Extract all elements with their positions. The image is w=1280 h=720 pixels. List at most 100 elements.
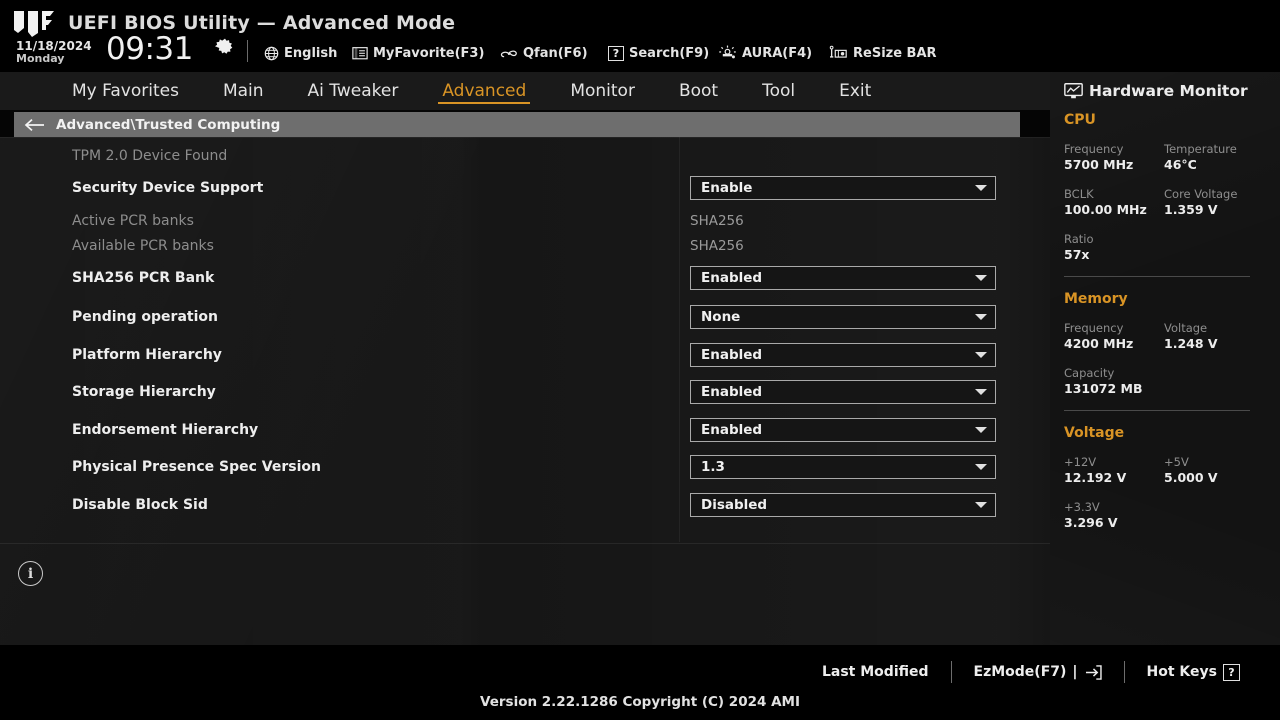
monitor-icon [1064,83,1083,99]
breadcrumb[interactable]: Advanced\Trusted Computing [14,112,1020,137]
header-item-aura[interactable]: AURA(F4) [718,42,812,64]
setting-label: Available PCR banks [72,238,214,254]
hw-metric: Frequency 4200 MHz [1064,320,1164,352]
hardware-monitor-title-label: Hardware Monitor [1089,82,1248,100]
chevron-down-icon [975,427,987,433]
ezmode-button[interactable]: EzMode(F7) | [952,664,1124,680]
chevron-down-icon [975,314,987,320]
hotkeys-key-icon: ? [1223,663,1240,681]
current-time: 09:31 [106,31,193,67]
hw-metric-key: +3.3V [1064,500,1100,514]
hw-metric-value: 1.248 V [1164,336,1218,351]
setting-row[interactable]: Platform Hierarchy Enabled [0,341,1050,369]
setting-row[interactable]: Physical Presence Spec Version 1.3 [0,453,1050,481]
setting-dropdown-value: Enable [701,180,753,196]
hw-metric-row: BCLK 100.00 MHz Core Voltage 1.359 V [1064,186,1280,218]
header-item-label: English [284,45,338,61]
nav-tab-tool[interactable]: Tool [740,72,817,110]
info-icon[interactable]: i [18,561,43,586]
nav-tab-ai-tweaker[interactable]: Ai Tweaker [286,72,421,110]
title-bar: UEFI BIOS Utility — Advanced Mode 11/18/… [0,0,1280,72]
hw-metric-key: Voltage [1164,321,1208,335]
setting-dropdown[interactable]: Enabled [690,418,996,442]
nav-tab-exit[interactable]: Exit [817,72,893,110]
hw-metric: Temperature 46°C [1164,141,1264,173]
setting-row[interactable]: Storage Hierarchy Enabled [0,378,1050,406]
setting-dropdown-value: Enabled [701,384,763,400]
setting-value: SHA256 [690,213,744,229]
hw-section-divider [1064,276,1250,277]
hw-metric-row: Capacity 131072 MB [1064,365,1280,397]
setting-label: Pending operation [72,309,218,325]
nav-tab-my-favorites[interactable]: My Favorites [50,72,201,110]
question-box-icon: ? [608,45,624,61]
setting-row[interactable]: SHA256 PCR Bank Enabled [0,264,1050,292]
last-modified-button[interactable]: Last Modified [800,664,951,680]
header-item-resize-bar[interactable]: ReSize BAR [828,42,937,64]
setting-dropdown[interactable]: Enable [690,176,996,200]
header-item-language[interactable]: English [264,42,337,64]
back-arrow-icon[interactable] [24,118,46,132]
setting-label: Storage Hierarchy [72,384,216,400]
setting-row: Available PCR banks SHA256 [0,232,1050,260]
setting-dropdown[interactable]: Disabled [690,493,996,517]
setting-dropdown[interactable]: None [690,305,996,329]
chevron-down-icon [975,502,987,508]
header-item-myfavorite[interactable]: MyFavorite(F3) [352,42,484,64]
chevron-down-icon [975,352,987,358]
setting-row[interactable]: Disable Block Sid Disabled [0,491,1050,519]
setting-dropdown[interactable]: Enabled [690,380,996,404]
setting-dropdown[interactable]: 1.3 [690,455,996,479]
gear-icon[interactable] [215,38,235,58]
setting-row: Active PCR banks SHA256 [0,207,1050,235]
fan-icon [500,46,518,61]
chevron-down-icon [975,464,987,470]
nav-tab-main[interactable]: Main [201,72,286,110]
nav-tab-advanced[interactable]: Advanced [420,72,548,110]
chevron-down-icon [975,185,987,191]
hw-metric: Ratio 57x [1064,231,1164,263]
hw-metric: +3.3V 3.296 V [1064,499,1164,531]
header-item-search[interactable]: ? Search(F9) [608,42,709,64]
hw-metric: +12V 12.192 V [1064,454,1164,486]
setting-label: Security Device Support [72,180,264,196]
hardware-monitor-title: Hardware Monitor [1064,82,1280,100]
setting-value: SHA256 [690,238,744,254]
header-item-label: MyFavorite(F3) [373,45,485,61]
hw-metric-key: Frequency [1064,321,1124,335]
hw-metric-key: Frequency [1064,142,1124,156]
hw-metric-key: Core Voltage [1164,187,1238,201]
hw-metric-row: Frequency 5700 MHz Temperature 46°C [1064,141,1280,173]
setting-label: Endorsement Hierarchy [72,422,259,438]
setting-dropdown-value: Enabled [701,270,763,286]
list-icon [352,46,368,60]
nav-tab-monitor[interactable]: Monitor [548,72,657,110]
setting-dropdown[interactable]: Enabled [690,266,996,290]
nav-tab-boot[interactable]: Boot [657,72,740,110]
setting-row[interactable]: Security Device Support Enable [0,174,1050,202]
setting-row[interactable]: Endorsement Hierarchy Enabled [0,416,1050,444]
header-item-label: Search(F9) [629,45,710,61]
setting-dropdown[interactable]: Enabled [690,343,996,367]
hw-metric-value: 12.192 V [1064,470,1127,485]
setting-dropdown-value: 1.3 [701,459,725,475]
hw-metric: Core Voltage 1.359 V [1164,186,1264,218]
hw-metric: Frequency 5700 MHz [1064,141,1164,173]
hotkeys-button[interactable]: Hot Keys ? [1125,663,1262,681]
hw-metric-value: 4200 MHz [1064,336,1134,351]
tuf-logo [14,11,54,37]
settings-panel: TPM 2.0 Device Found Security Device Supp… [0,137,1050,645]
hw-metric-value: 5700 MHz [1064,157,1134,172]
header-divider [247,40,248,62]
hw-metric-value: 131072 MB [1064,381,1143,396]
chevron-down-icon [975,389,987,395]
current-day: Monday [16,52,65,65]
hw-metric-row: Ratio 57x [1064,231,1280,263]
setting-row[interactable]: Pending operation None [0,303,1050,331]
hw-metric-row: +12V 12.192 V +5V 5.000 V [1064,454,1280,486]
header-item-qfan[interactable]: Qfan(F6) [500,42,588,64]
setting-dropdown-value: Enabled [701,422,763,438]
setting-label: TPM 2.0 Device Found [72,148,228,164]
hw-metric-value: 5.000 V [1164,470,1218,485]
hw-metric: +5V 5.000 V [1164,454,1264,486]
